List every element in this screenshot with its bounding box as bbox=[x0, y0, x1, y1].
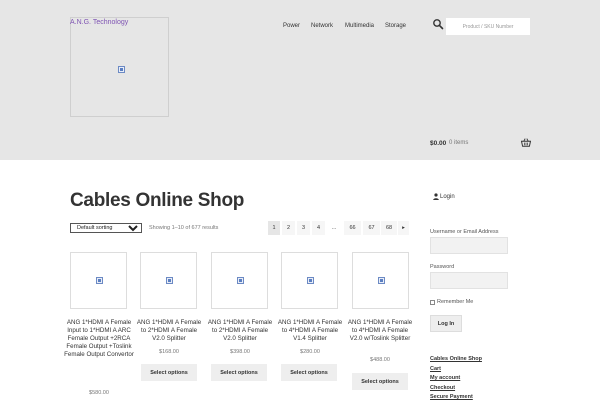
cart-total[interactable]: $0.00 bbox=[430, 140, 446, 147]
page-link-3[interactable]: 3 bbox=[297, 221, 310, 235]
nav-item-storage[interactable]: Storage bbox=[385, 23, 406, 29]
product-image[interactable] bbox=[70, 252, 127, 309]
product-title[interactable]: ANG 1*HDMI A Female to 2*HDMI A Female V… bbox=[134, 319, 204, 343]
search-icon[interactable] bbox=[432, 18, 444, 30]
product-price: $168.00 bbox=[159, 349, 179, 355]
select-options-button[interactable]: Select options bbox=[352, 373, 408, 390]
sort-select[interactable]: Default sorting bbox=[70, 223, 142, 233]
product-image[interactable] bbox=[352, 252, 409, 309]
broken-image-icon bbox=[118, 66, 125, 73]
product-title[interactable]: ANG 1*HDMI A Female to 4*HDMI A Female V… bbox=[275, 319, 345, 343]
page-link-1: 1 bbox=[268, 221, 280, 235]
broken-image-icon bbox=[307, 277, 314, 284]
page-ellipsis: … bbox=[331, 225, 337, 231]
page-link-67[interactable]: 67 bbox=[363, 221, 380, 235]
broken-image-icon bbox=[237, 277, 244, 284]
product-title[interactable]: ANG 1*HDMI A Female to 2*HDMI A Female V… bbox=[205, 319, 275, 343]
product-price: $488.00 bbox=[370, 357, 390, 363]
page-link-4[interactable]: 4 bbox=[312, 221, 325, 235]
product-price: $280.00 bbox=[300, 349, 320, 355]
username-field[interactable] bbox=[430, 237, 508, 254]
broken-image-icon bbox=[378, 277, 385, 284]
site-header: A.N.G. Technology Power Network Multimed… bbox=[0, 0, 600, 160]
product-image[interactable] bbox=[140, 252, 197, 309]
broken-image-icon bbox=[166, 277, 173, 284]
page-next-button[interactable]: ▸ bbox=[398, 221, 409, 235]
nav-item-network[interactable]: Network bbox=[311, 23, 333, 29]
product-image[interactable] bbox=[281, 252, 338, 309]
login-heading-label: Login bbox=[440, 193, 455, 200]
product-title[interactable]: ANG 1*HDMI A Female Input to 1*HDMI A AR… bbox=[64, 319, 134, 359]
basket-icon[interactable] bbox=[521, 138, 531, 147]
results-count: Showing 1–10 of 677 results bbox=[149, 225, 219, 231]
select-options-button[interactable]: Select options bbox=[141, 364, 197, 381]
password-field[interactable] bbox=[430, 272, 508, 289]
sidebar-link-secure-payment[interactable]: Secure Payment bbox=[430, 394, 473, 400]
remember-me-label: Remember Me bbox=[437, 299, 474, 305]
site-logo[interactable] bbox=[70, 17, 169, 117]
remember-me-checkbox[interactable] bbox=[430, 299, 435, 305]
sidebar-link-cart[interactable]: Cart bbox=[430, 366, 441, 372]
sidebar-link-checkout[interactable]: Checkout bbox=[430, 385, 455, 391]
search-input[interactable] bbox=[446, 18, 530, 35]
user-icon bbox=[433, 193, 439, 200]
page-link-66[interactable]: 66 bbox=[344, 221, 361, 235]
remember-me[interactable]: Remember Me bbox=[430, 299, 473, 305]
page-link-68[interactable]: 68 bbox=[381, 221, 397, 235]
page-link-2[interactable]: 2 bbox=[282, 221, 295, 235]
page-title: Cables Online Shop bbox=[70, 190, 245, 211]
product-price: $580.00 bbox=[89, 390, 109, 396]
login-heading: Login bbox=[433, 193, 455, 200]
product-price: $398.00 bbox=[230, 349, 250, 355]
site-title-link[interactable]: A.N.G. Technology bbox=[70, 19, 128, 26]
nav-item-multimedia[interactable]: Multimedia bbox=[345, 23, 374, 29]
product-image[interactable] bbox=[211, 252, 268, 309]
login-button[interactable]: Log In bbox=[430, 315, 462, 332]
select-options-button[interactable]: Select options bbox=[281, 364, 337, 381]
broken-image-icon bbox=[96, 277, 103, 284]
select-options-button[interactable]: Select options bbox=[211, 364, 267, 381]
sidebar-link-shop[interactable]: Cables Online Shop bbox=[430, 356, 482, 362]
cart-item-count[interactable]: 0 items bbox=[449, 140, 468, 146]
username-label: Username or Email Address bbox=[430, 229, 499, 235]
product-title[interactable]: ANG 1*HDMI A Female to 4*HDMI A Female V… bbox=[345, 319, 415, 343]
sidebar-link-my-account[interactable]: My account bbox=[430, 375, 460, 381]
nav-item-power[interactable]: Power bbox=[283, 23, 300, 29]
password-label: Password bbox=[430, 264, 455, 270]
